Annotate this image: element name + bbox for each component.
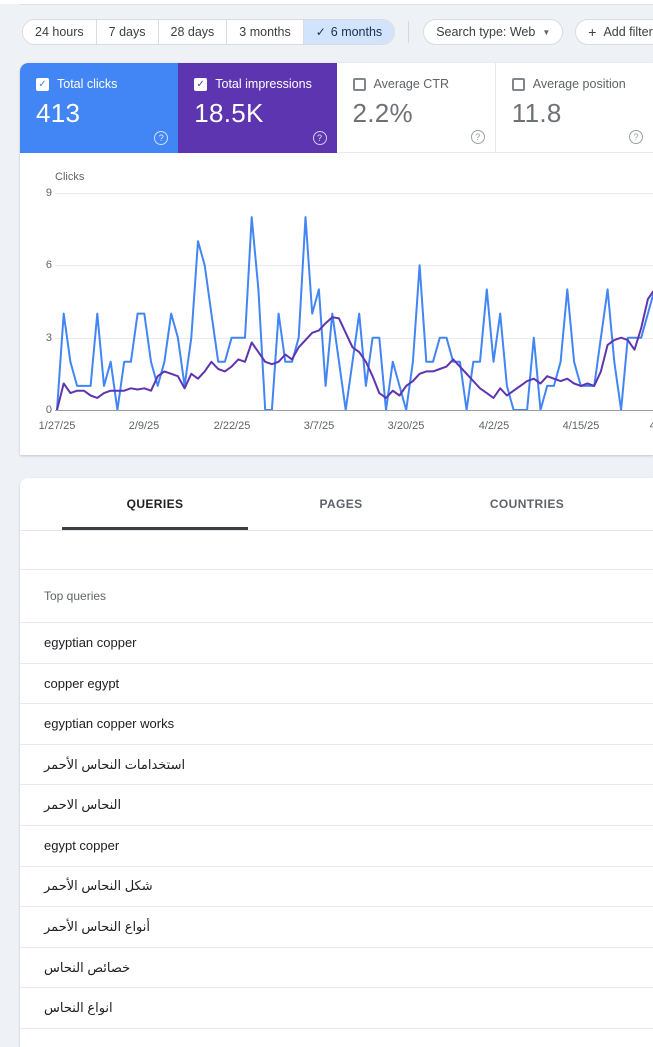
active-tab-underline — [62, 527, 248, 530]
table-row[interactable]: انواع النحاس — [20, 988, 653, 1029]
search-type-label: Search type: Web — [436, 25, 535, 39]
metric-value: 413 — [36, 98, 162, 129]
metric-label: Average CTR — [374, 77, 450, 91]
date-range-chip-group: 24 hours 7 days 28 days 3 months ✓ 6 mon… — [22, 19, 395, 45]
metric-value: 11.8 — [512, 98, 637, 129]
query-text: استخدامات النحاس الأحمر — [44, 757, 185, 773]
table-row[interactable]: النحاس الاحمر — [20, 785, 653, 826]
help-icon[interactable]: ? — [471, 130, 485, 144]
query-text: egyptian copper — [44, 635, 137, 650]
date-range-3-months[interactable]: 3 months — [227, 20, 303, 44]
header-divider — [20, 4, 653, 5]
date-range-24-hours[interactable]: 24 hours — [23, 20, 97, 44]
date-range-label: 24 hours — [35, 25, 84, 39]
x-axis-tick: 3/20/25 — [388, 420, 425, 432]
check-icon: ✓ — [316, 25, 326, 39]
x-axis-tick: 1/27/25 — [39, 420, 76, 432]
date-range-label: 28 days — [171, 25, 215, 39]
query-text: شكل النحاس الأحمر — [44, 878, 153, 894]
date-range-label: 6 months — [331, 25, 382, 39]
performance-panel: ✓ Total clicks 413 ? ✓ Total impressions… — [20, 63, 653, 455]
average-ctr-card[interactable]: Average CTR 2.2% ? — [337, 63, 495, 153]
table-row[interactable]: egyptian copper works — [20, 704, 653, 745]
tab-label: QUERIES — [127, 497, 184, 511]
date-range-label: 7 days — [109, 25, 146, 39]
table-row[interactable]: استخدامات النحاس الأحمر — [20, 745, 653, 786]
dimensions-table-panel: QUERIES PAGES COUNTRIES Top queries egyp… — [20, 478, 653, 1047]
chevron-down-icon: ▼ — [542, 28, 550, 37]
x-axis-tick: 3/7/25 — [304, 420, 335, 432]
filter-bar: 24 hours 7 days 28 days 3 months ✓ 6 mon… — [22, 19, 653, 45]
table-row[interactable]: egypt copper — [20, 826, 653, 867]
query-text: خصائص النحاس — [44, 960, 130, 976]
x-axis-tick: 4/28/25 — [650, 420, 653, 432]
total-impressions-card[interactable]: ✓ Total impressions 18.5K ? — [178, 63, 336, 153]
add-filter-label: Add filter — [603, 25, 652, 39]
table-row[interactable]: خصائص النحاس — [20, 948, 653, 989]
top-queries-header: Top queries — [44, 589, 106, 603]
y-axis-tick: 9 — [28, 187, 52, 199]
checked-checkbox-icon[interactable]: ✓ — [194, 78, 207, 91]
metric-value: 2.2% — [353, 98, 479, 129]
average-position-card[interactable]: Average position 11.8 ? — [495, 63, 653, 153]
unchecked-checkbox-icon[interactable] — [512, 78, 525, 91]
y-axis-tick: 3 — [28, 332, 52, 344]
table-row[interactable]: أنواع النحاس الأحمر — [20, 907, 653, 948]
date-range-28-days[interactable]: 28 days — [159, 20, 228, 44]
date-range-6-months[interactable]: ✓ 6 months — [304, 20, 394, 44]
filter-bar-divider — [408, 21, 409, 43]
metric-cards-row: ✓ Total clicks 413 ? ✓ Total impressions… — [20, 63, 653, 153]
table-row[interactable]: copper egypt — [20, 664, 653, 705]
x-axis-tick: 4/15/25 — [563, 420, 600, 432]
tab-pages[interactable]: PAGES — [248, 478, 434, 530]
query-text: انواع النحاس — [44, 1000, 113, 1016]
x-axis-tick: 4/2/25 — [479, 420, 510, 432]
help-icon[interactable]: ? — [629, 130, 643, 144]
y-axis-tick: 0 — [28, 404, 52, 416]
query-text: egypt copper — [44, 838, 119, 853]
tab-queries[interactable]: QUERIES — [62, 478, 248, 530]
help-icon[interactable]: ? — [313, 131, 327, 145]
search-type-dropdown[interactable]: Search type: Web ▼ — [423, 19, 563, 45]
date-range-label: 3 months — [239, 25, 290, 39]
chart-axis-title: Clicks — [55, 171, 84, 183]
query-text: egyptian copper works — [44, 716, 174, 731]
dimension-tab-bar: QUERIES PAGES COUNTRIES — [20, 478, 653, 531]
metric-label: Average position — [533, 77, 626, 91]
metric-label: Total impressions — [215, 77, 312, 91]
add-filter-button[interactable]: + Add filter — [575, 19, 653, 45]
x-axis-tick: 2/22/25 — [214, 420, 251, 432]
help-icon[interactable]: ? — [154, 131, 168, 145]
table-row[interactable]: egyptian copper — [20, 623, 653, 664]
checked-checkbox-icon[interactable]: ✓ — [36, 78, 49, 91]
table-column-header[interactable]: Top queries — [20, 570, 653, 623]
unchecked-checkbox-icon[interactable] — [353, 78, 366, 91]
y-axis-tick: 6 — [28, 259, 52, 271]
tab-label: PAGES — [319, 497, 362, 511]
query-text: أنواع النحاس الأحمر — [44, 919, 150, 935]
performance-chart-svg[interactable] — [55, 193, 653, 410]
x-axis-tick: 2/9/25 — [129, 420, 160, 432]
x-axis-line — [55, 410, 653, 411]
query-text: copper egypt — [44, 676, 119, 691]
total-clicks-card[interactable]: ✓ Total clicks 413 ? — [20, 63, 178, 153]
metric-label: Total clicks — [57, 77, 117, 91]
table-toolbar-row — [20, 531, 653, 570]
metric-value: 18.5K — [194, 98, 320, 129]
tab-countries[interactable]: COUNTRIES — [434, 478, 620, 530]
tab-label: COUNTRIES — [490, 497, 564, 511]
date-range-7-days[interactable]: 7 days — [97, 20, 159, 44]
query-text: النحاس الاحمر — [44, 797, 121, 813]
table-row[interactable]: شكل النحاس الأحمر — [20, 867, 653, 908]
plus-icon: + — [588, 24, 596, 40]
